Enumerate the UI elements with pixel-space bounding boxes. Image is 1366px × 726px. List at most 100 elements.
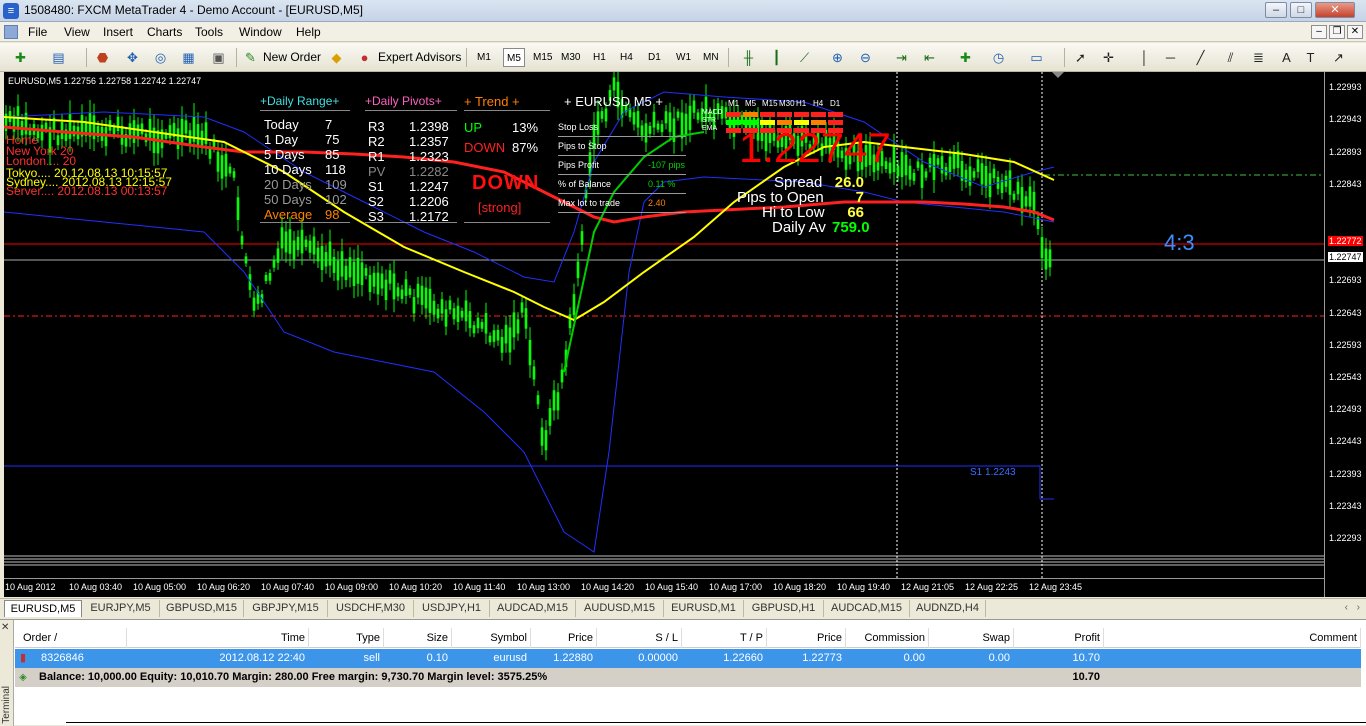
menu-insert[interactable]: Insert [103, 25, 133, 39]
column-header[interactable]: Type [310, 628, 380, 648]
column-header[interactable]: Swap [935, 628, 1010, 648]
column-header[interactable]: Profit [1015, 628, 1100, 648]
timeframe-d1[interactable]: D1 [645, 48, 664, 67]
new-order-icon[interactable]: ✎ [242, 49, 259, 66]
close-icon[interactable]: ✕ [1, 622, 9, 633]
templates-icon[interactable]: ▭ [1028, 49, 1045, 66]
column-header[interactable]: Price [770, 628, 842, 648]
timeframe-w1[interactable]: W1 [673, 48, 694, 67]
column-divider[interactable] [596, 628, 597, 648]
chart-tab[interactable]: AUDUSD,M15 [576, 600, 664, 617]
vertical-line-icon[interactable]: │ [1136, 49, 1153, 66]
timeframe-m30[interactable]: M30 [558, 48, 583, 67]
column-divider[interactable] [928, 628, 929, 648]
new-order-button[interactable]: New Order [263, 47, 321, 68]
zoom-in-icon[interactable]: ⊕ [829, 49, 846, 66]
menu-help[interactable]: Help [296, 25, 321, 39]
chart-tab[interactable]: GBPUSD,M15 [160, 600, 244, 617]
column-divider[interactable] [383, 628, 384, 648]
price-chart[interactable]: EURUSD,M5 1.22756 1.22758 1.22742 1.2274… [4, 72, 1366, 597]
column-divider[interactable] [530, 628, 531, 648]
data-window-icon[interactable]: ◎ [152, 49, 169, 66]
chart-tab[interactable]: GBPUSD,H1 [744, 600, 824, 617]
auto-scroll-icon[interactable]: ⇥ [893, 49, 910, 66]
column-divider[interactable] [681, 628, 682, 648]
column-header[interactable]: S / L [600, 628, 678, 648]
crosshair-icon[interactable]: ✛ [1100, 49, 1117, 66]
column-header[interactable]: Time [125, 628, 305, 648]
column-header[interactable]: Comment [1275, 628, 1357, 648]
timeframe-mn[interactable]: MN [700, 48, 722, 67]
menu-charts[interactable]: Charts [147, 25, 182, 39]
menu-file[interactable]: File [28, 25, 47, 39]
timeframe-h1[interactable]: H1 [590, 48, 609, 67]
horizontal-line-icon[interactable]: ─ [1162, 49, 1179, 66]
mdi-minimize-button[interactable]: – [1311, 25, 1327, 39]
column-divider[interactable] [1013, 628, 1014, 648]
chart-tab[interactable]: USDJPY,H1 [414, 600, 490, 617]
column-header[interactable]: Price [533, 628, 593, 648]
menu-tools[interactable]: Tools [195, 25, 223, 39]
chart-shift-icon[interactable]: ⇤ [921, 49, 938, 66]
close-button[interactable]: ✕ [1315, 2, 1355, 18]
chart-tab[interactable]: AUDNZD,H4 [910, 600, 986, 617]
chart-tab[interactable]: USDCHF,M30 [328, 600, 414, 617]
bar-chart-icon[interactable]: ╫ [740, 49, 757, 66]
fibonacci-icon[interactable]: ≣ [1250, 49, 1267, 66]
column-divider[interactable] [308, 628, 309, 648]
chart-shift-marker-icon[interactable] [1052, 72, 1064, 78]
text-label-icon[interactable]: T [1302, 49, 1319, 66]
arrows-icon[interactable]: ↗ [1330, 49, 1347, 66]
chart-tab[interactable]: AUDCAD,M15 [824, 600, 910, 617]
column-header[interactable]: Size [388, 628, 448, 648]
timeframe-m5[interactable]: M5 [503, 48, 525, 67]
zoom-out-icon[interactable]: ⊖ [857, 49, 874, 66]
expert-advisors-button[interactable]: Expert Advisors [378, 47, 461, 68]
column-divider[interactable] [451, 628, 452, 648]
maximize-button[interactable]: □ [1290, 2, 1312, 18]
chart-tab[interactable]: EURUSD,M5 [4, 600, 82, 617]
chart-tab[interactable]: AUDCAD,M15 [490, 600, 576, 617]
timeframe-m1[interactable]: M1 [474, 48, 494, 67]
cursor-icon[interactable]: ➚ [1072, 49, 1089, 66]
new-chart-icon[interactable]: ✚ [12, 49, 29, 66]
column-header[interactable]: T / P [685, 628, 763, 648]
indicators-icon[interactable]: ✚ [957, 49, 974, 66]
terminal-icon[interactable]: ▦ [180, 49, 197, 66]
chart-tab[interactable]: GBPJPY,M15 [244, 600, 328, 617]
chart-tab[interactable]: EURUSD,M1 [664, 600, 744, 617]
timeframe-m15[interactable]: M15 [530, 48, 555, 67]
equidistant-channel-icon[interactable]: ⫽ [1222, 49, 1239, 66]
menu-view[interactable]: View [64, 25, 90, 39]
column-header[interactable]: Order / [23, 628, 123, 648]
profiles-icon[interactable]: ▤ [50, 49, 67, 66]
chart-tab[interactable]: EURJPY,M5 [82, 600, 160, 617]
tab-scroll-right-icon[interactable]: › [1357, 602, 1360, 613]
periods-icon[interactable]: ◷ [990, 49, 1007, 66]
column-divider[interactable] [1360, 628, 1361, 648]
column-divider[interactable] [845, 628, 846, 648]
terminal-sidebar[interactable]: ✕ Terminal [0, 620, 14, 726]
candlestick-icon[interactable]: ┃ [768, 49, 785, 66]
trendline-icon[interactable]: ╱ [1192, 49, 1209, 66]
order-row[interactable]: ▮ 8326846 2012.08.12 22:40 sell 0.10 eurusd 1.… [15, 649, 1361, 668]
expert-advisors-icon[interactable]: ● [356, 49, 373, 66]
mdi-close-button[interactable]: ✕ [1347, 25, 1363, 39]
navigator-icon[interactable]: ✥ [124, 49, 141, 66]
timeframe-h4[interactable]: H4 [617, 48, 636, 67]
line-chart-icon[interactable]: ⟋ [796, 49, 813, 66]
column-divider[interactable] [1103, 628, 1104, 648]
price-scale[interactable]: 1.22993 1.22943 1.22893 1.22843 1.22772 1.227… [1324, 72, 1366, 597]
strategy-tester-icon[interactable]: ▣ [210, 49, 227, 66]
column-header[interactable]: Commission [853, 628, 925, 648]
metaeditor-icon[interactable]: ◆ [328, 49, 345, 66]
market-watch-icon[interactable]: ⬣ [94, 49, 111, 66]
chart-canvas[interactable] [4, 72, 1366, 597]
column-header[interactable]: Symbol [455, 628, 527, 648]
menu-window[interactable]: Window [239, 25, 282, 39]
column-divider[interactable] [766, 628, 767, 648]
mdi-restore-button[interactable]: ❐ [1329, 25, 1345, 39]
text-icon[interactable]: A [1278, 49, 1295, 66]
minimize-button[interactable]: – [1265, 2, 1287, 18]
tab-scroll-left-icon[interactable]: ‹ [1345, 602, 1348, 613]
